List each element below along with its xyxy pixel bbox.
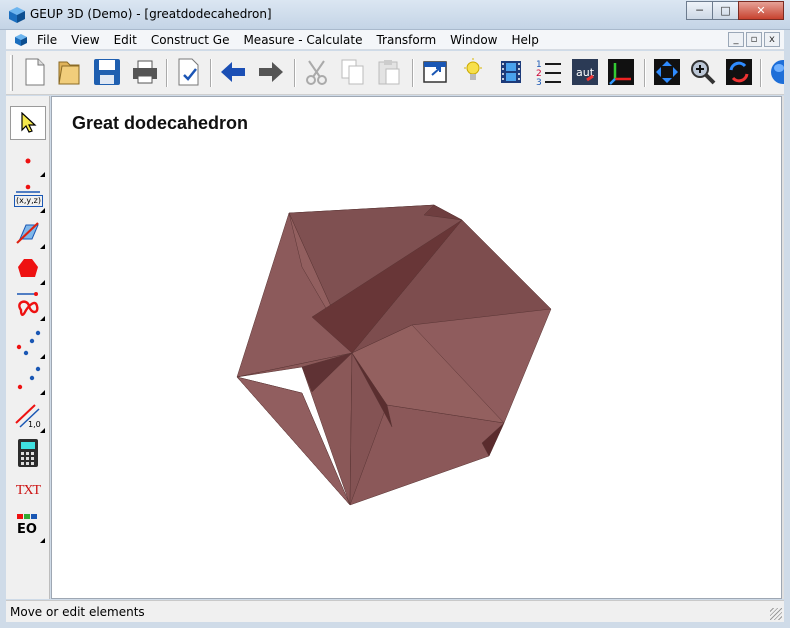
status-text: Move or edit elements	[10, 605, 145, 619]
auto-rotate-icon[interactable]: aut	[570, 57, 600, 87]
text-tool-button[interactable]: TXT	[10, 474, 46, 508]
menu-transform[interactable]: Transform	[369, 30, 443, 50]
point-icon	[25, 158, 31, 164]
menu-file[interactable]: File	[30, 30, 64, 50]
open-folder-icon[interactable]	[54, 57, 84, 87]
fit-view-icon[interactable]	[652, 57, 682, 87]
paste-icon[interactable]	[374, 57, 404, 87]
polygon-icon	[18, 259, 38, 277]
title-bar: GEUP 3D (Demo) - [greatdodecahedron] ─ □…	[0, 0, 790, 30]
great-dodecahedron-solid[interactable]	[52, 97, 783, 600]
window-icon[interactable]	[420, 57, 450, 87]
calculator-icon	[18, 439, 38, 467]
menu-construct[interactable]: Construct Ge	[144, 30, 237, 50]
globe-icon[interactable]	[766, 57, 784, 87]
toolbar-separator	[210, 59, 212, 87]
menu-bar: File View Edit Construct Ge Measure - Ca…	[6, 30, 784, 50]
menu-measure-calculate[interactable]: Measure - Calculate	[236, 30, 369, 50]
measure-tool-button[interactable]: 1,0	[10, 400, 46, 434]
measure-label: 1,0	[28, 420, 41, 429]
close-button[interactable]: ✕	[738, 1, 784, 20]
status-bar: Move or edit elements	[6, 600, 784, 622]
toolbar-separator	[166, 59, 168, 87]
menu-help[interactable]: Help	[505, 30, 546, 50]
text-icon: TXT	[15, 483, 41, 498]
print-preview-icon[interactable]	[174, 57, 204, 87]
mdi-close-button[interactable]: x	[764, 32, 780, 47]
film-icon[interactable]	[496, 57, 526, 87]
coordinate-point-tool-button[interactable]: (x,y,z)	[10, 180, 46, 214]
equation-icon: EO	[15, 513, 41, 541]
main-toolbar: 123 aut	[6, 51, 784, 95]
rotate-icon[interactable]	[724, 57, 754, 87]
copy-icon[interactable]	[338, 57, 368, 87]
menu-edit[interactable]: Edit	[107, 30, 144, 50]
menu-view[interactable]: View	[64, 30, 106, 50]
document-cube-icon	[15, 34, 27, 46]
polygon-tool-button[interactable]	[10, 252, 46, 286]
calculator-tool-button[interactable]	[10, 436, 46, 470]
printer-icon[interactable]	[130, 57, 160, 87]
new-document-icon[interactable]	[20, 57, 50, 87]
redo-arrow-icon[interactable]	[256, 57, 286, 87]
drawing-canvas[interactable]: Great dodecahedron	[51, 96, 782, 599]
mdi-minimize-button[interactable]: _	[728, 32, 744, 47]
minimize-button[interactable]: ─	[686, 1, 713, 20]
toolbar-separator	[760, 59, 762, 87]
measure-icon: 1,0	[13, 403, 43, 431]
save-disk-icon[interactable]	[92, 57, 122, 87]
tool-palette: (x,y,z) 1,0 TXT EO	[6, 96, 50, 599]
menu-window[interactable]: Window	[443, 30, 504, 50]
toolbar-grip[interactable]	[10, 55, 13, 91]
pointer-arrow-icon	[21, 112, 37, 133]
numbered-list-icon[interactable]: 123	[534, 57, 564, 87]
points-line-icon	[17, 366, 41, 390]
select-tool-button[interactable]	[10, 106, 46, 140]
toolbar-separator	[412, 59, 414, 87]
svg-text:3: 3	[536, 78, 542, 86]
mdi-restore-button[interactable]: ▫	[746, 32, 762, 47]
coordinate-point-icon: (x,y,z)	[13, 183, 43, 211]
curve-icon	[17, 292, 39, 316]
undo-arrow-icon[interactable]	[218, 57, 248, 87]
lightbulb-icon[interactable]	[458, 57, 488, 87]
window-title: GEUP 3D (Demo) - [greatdodecahedron]	[30, 7, 272, 21]
points-tool-button[interactable]	[10, 326, 46, 360]
toolbar-separator	[644, 59, 646, 87]
toolbar-separator	[294, 59, 296, 87]
curve-tool-button[interactable]	[10, 288, 46, 322]
maximize-button[interactable]: □	[712, 1, 739, 20]
canvas-edge	[782, 96, 784, 599]
cut-scissors-icon[interactable]	[302, 57, 332, 87]
zoom-icon[interactable]	[688, 57, 718, 87]
app-cube-icon	[9, 7, 25, 23]
equation-tool-button[interactable]: EO	[10, 510, 46, 544]
resize-grip[interactable]	[770, 608, 782, 620]
coordinate-label: (x,y,z)	[14, 195, 43, 207]
axes-icon[interactable]	[606, 57, 636, 87]
point-tool-button[interactable]	[10, 144, 46, 178]
points-icon	[16, 330, 41, 356]
plane-icon	[16, 222, 39, 244]
points-line-tool-button[interactable]	[10, 362, 46, 396]
plane-tool-button[interactable]	[10, 216, 46, 250]
equation-label: EO	[17, 522, 37, 537]
